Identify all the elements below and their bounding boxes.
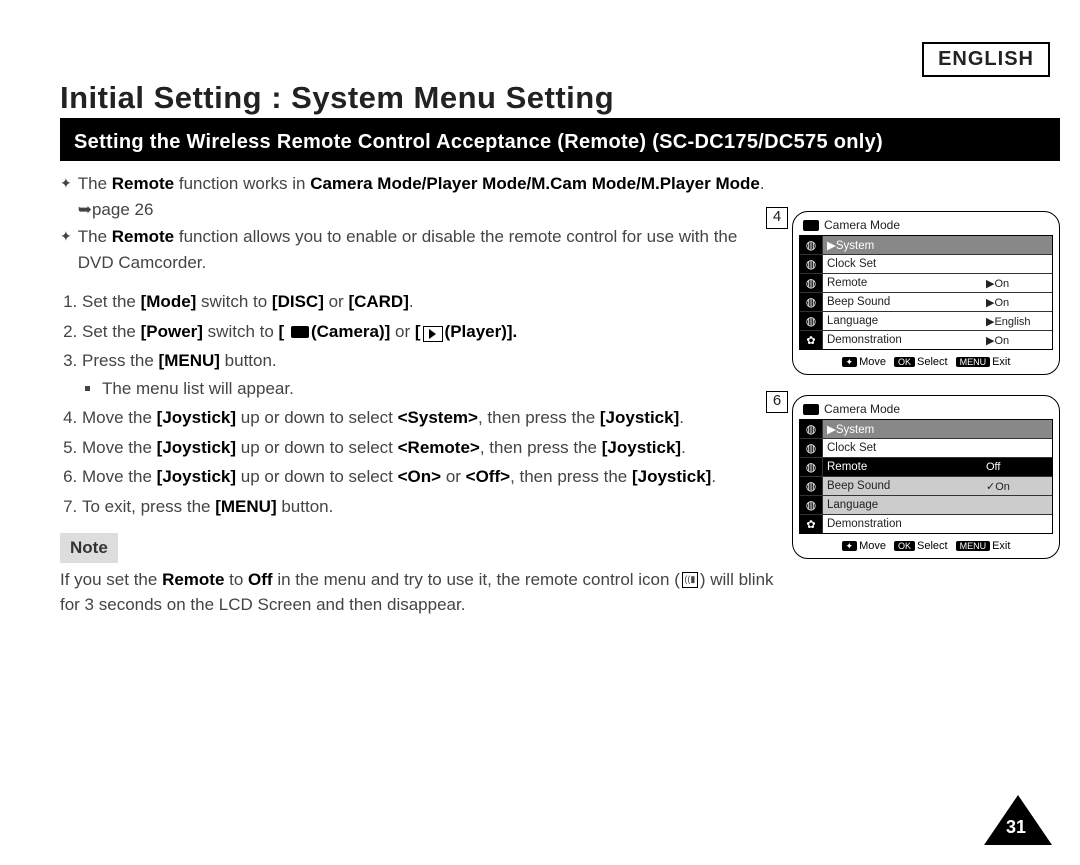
select-key-icon: OK [894,357,915,367]
menu-item-label: Remote [823,458,982,476]
screenshot-6: Camera Mode ◍ ▶System ◍ Clock Set [792,395,1060,559]
section-heading: Setting the Wireless Remote Control Acce… [60,124,1060,161]
intro-bullet-2: ✦ The Remote function allows you to enab… [60,224,774,275]
menu-row: ◍ Clock Set [800,255,1052,274]
instructions-column: ✦ The Remote function works in Camera Mo… [60,171,774,618]
language-box: ENGLISH [922,42,1050,77]
menu-row-system: ◍ ▶System [800,420,1052,439]
screenshot-header-text: Camera Mode [824,218,900,232]
step-list: Set the [Mode] switch to [DISC] or [CARD… [60,289,774,519]
step-3: Press the [MENU] button. The menu list w… [82,348,774,401]
menu-row: ◍ Clock Set [800,439,1052,458]
menu-item-value [982,439,1052,457]
menu-item-label: Language [823,496,982,514]
screenshot-footer: ✦Move OKSelect MENUExit [799,540,1053,552]
main-title: Initial Setting : System Menu Setting [60,80,1060,116]
page-number-triangle: 31 [984,795,1052,845]
menu-row-system: ◍ ▶System [800,236,1052,255]
menu-item-icon: ◍ [800,274,823,292]
step-4: Move the [Joystick] up or down to select… [82,405,774,431]
menu-row: ◍ Beep Sound ▶On [800,293,1052,312]
menu-item-value [982,496,1052,514]
menu-item-value: Off [982,458,1052,476]
menu-item-icon: ◍ [800,477,823,495]
screenshot-number: 4 [766,207,788,229]
screenshot-6-wrap: 6 Camera Mode ◍ ▶System ◍ [792,395,1060,559]
step-6: Move the [Joystick] up or down to select… [82,464,774,490]
play-icon [423,326,443,342]
menu-item-value [982,515,1052,533]
exit-key-icon: MENU [956,357,991,367]
menu-row: ◍ Beep Sound ✓On [800,477,1052,496]
menu-item-label: Clock Set [823,439,982,457]
menu-list: ◍ ▶System ◍ Clock Set ◍ Remote Off [799,419,1053,534]
exit-key-icon: MENU [956,541,991,551]
menu-item-label: ▶System [823,420,982,438]
menu-row: ◍ Language [800,496,1052,515]
menu-item-icon: ◍ [800,496,823,514]
content-row: ✦ The Remote function works in Camera Mo… [60,171,1060,618]
substep-3-1: The menu list will appear. [102,376,774,402]
menu-item-value [982,255,1052,273]
camera-mode-icon [803,404,819,415]
menu-item-label: Demonstration [823,331,982,349]
step-5: Move the [Joystick] up or down to select… [82,435,774,461]
menu-item-icon: ◍ [800,458,823,476]
menu-item-value [982,420,1052,438]
screenshots-column: 4 Camera Mode ◍ ▶System ◍ [792,171,1060,579]
move-key-icon: ✦ [842,357,858,367]
menu-item-label: Beep Sound [823,293,982,311]
menu-row: ◍ Language ▶English [800,312,1052,331]
menu-item-label: Beep Sound [823,477,982,495]
intro-bullet-1: ✦ The Remote function works in Camera Mo… [60,171,774,222]
menu-row: Demonstration [800,515,1052,533]
screenshot-header: Camera Mode [803,218,1053,232]
menu-row: Demonstration ▶On [800,331,1052,349]
menu-item-value [982,236,1052,254]
note-heading: Note [60,533,118,563]
menu-item-label: Language [823,312,982,330]
menu-row: ◍ Remote ▶On [800,274,1052,293]
menu-item-label: Clock Set [823,255,982,273]
menu-item-icon: ◍ [800,255,823,273]
remote-icon: ((▮ [682,572,698,588]
intro-bullets: ✦ The Remote function works in Camera Mo… [60,171,774,275]
menu-item-value: ▶English [982,312,1052,330]
menu-item-value: ▶On [982,274,1052,292]
menu-item-icon: ◍ [800,439,823,457]
menu-item-label: Remote [823,274,982,292]
manual-page: ENGLISH Initial Setting : System Menu Se… [0,0,1080,865]
screenshot-footer: ✦Move OKSelect MENUExit [799,356,1053,368]
screenshot-4-wrap: 4 Camera Mode ◍ ▶System ◍ [792,211,1060,375]
menu-row-selected: ◍ Remote Off [800,458,1052,477]
menu-item-label: ▶System [823,236,982,254]
page-number: 31 [1006,817,1026,838]
menu-item-value: ✓On [982,477,1052,495]
screenshot-header-text: Camera Mode [824,402,900,416]
menu-item-icon: ◍ [800,236,823,254]
menu-list: ◍ ▶System ◍ Clock Set ◍ Remote ▶On [799,235,1053,350]
menu-item-label: Demonstration [823,515,982,533]
note-text: If you set the Remote to Off in the menu… [60,567,774,618]
step-2: Set the [Power] switch to [ (Camera)] or… [82,319,774,345]
step-1: Set the [Mode] switch to [DISC] or [CARD… [82,289,774,315]
screenshot-number: 6 [766,391,788,413]
screenshot-header: Camera Mode [803,402,1053,416]
menu-item-icon: ◍ [800,293,823,311]
substep-list: The menu list will appear. [82,376,774,402]
menu-item-icon: ◍ [800,420,823,438]
menu-item-value: ▶On [982,293,1052,311]
menu-item-value: ▶On [982,331,1052,349]
menu-item-icon: ◍ [800,312,823,330]
step-7: To exit, press the [MENU] button. [82,494,774,520]
gear-icon [800,331,823,349]
move-key-icon: ✦ [842,541,858,551]
diamond-icon: ✦ [60,224,72,248]
diamond-icon: ✦ [60,171,72,195]
camera-icon [291,326,309,338]
select-key-icon: OK [894,541,915,551]
screenshot-4: Camera Mode ◍ ▶System ◍ Clock Set [792,211,1060,375]
gear-icon [800,515,823,533]
camera-mode-icon [803,220,819,231]
